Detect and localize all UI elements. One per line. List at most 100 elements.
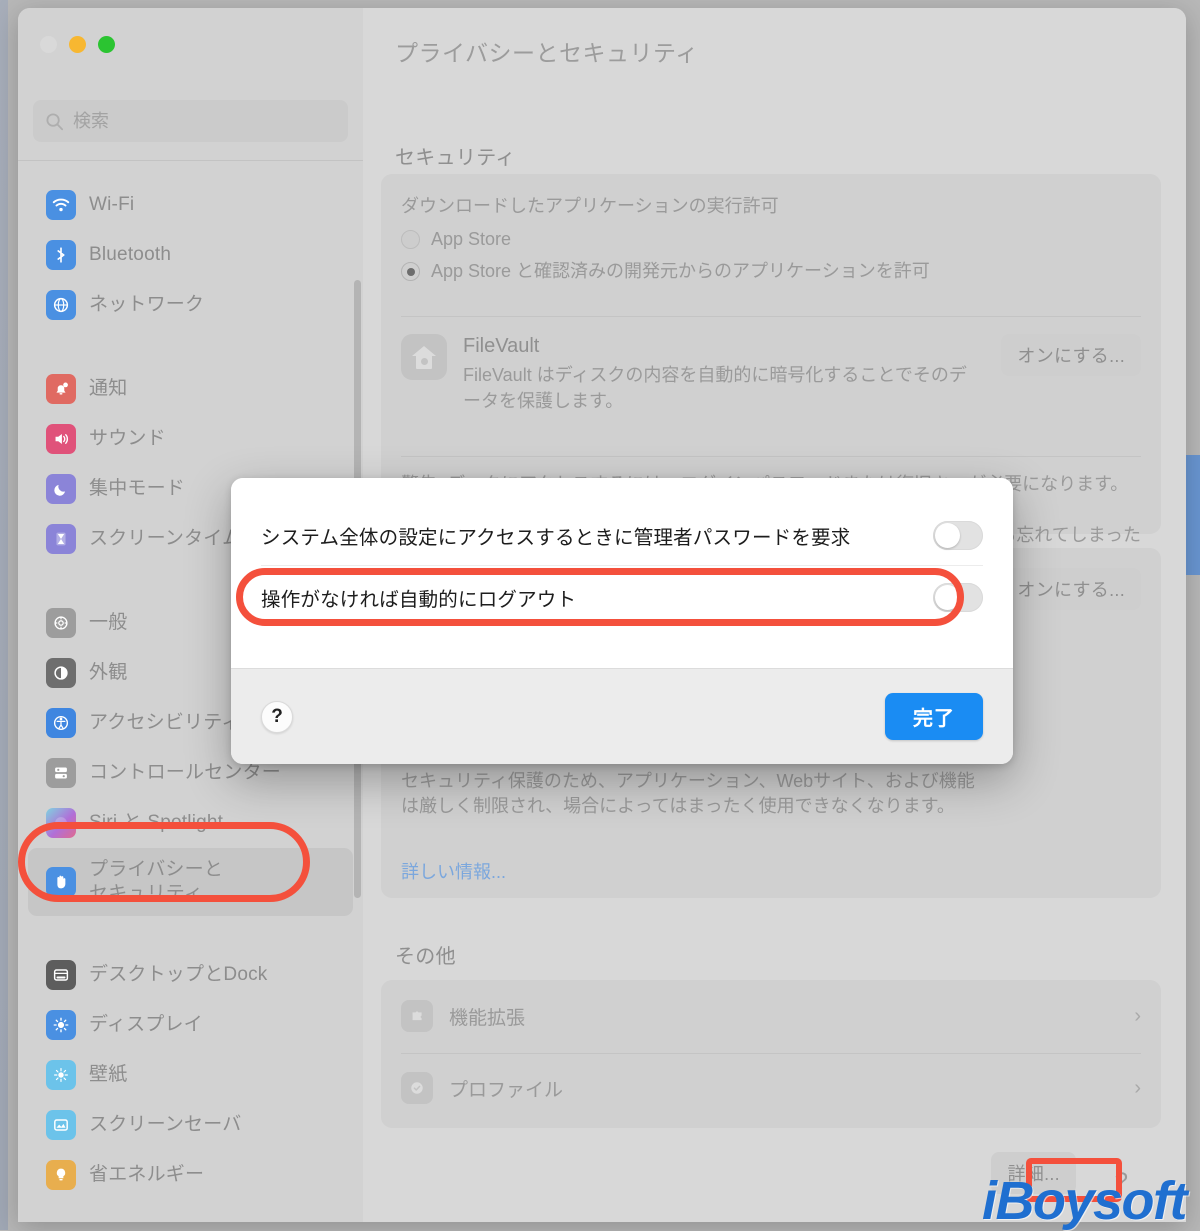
card-divider bbox=[401, 316, 1141, 317]
accessibility-icon bbox=[46, 708, 76, 738]
gatekeeper-label: ダウンロードしたアプリケーションの実行許可 bbox=[401, 194, 1141, 220]
hourglass-icon bbox=[46, 524, 76, 554]
sidebar-item-desktop-dock[interactable]: デスクトップとDock bbox=[28, 950, 353, 1000]
others-row-profiles[interactable]: プロファイル › bbox=[381, 1052, 1161, 1124]
sheet-toggle-list: システム全体の設定にアクセスするときに管理者パスワードを要求 操作がなければ自動… bbox=[231, 478, 1013, 668]
filevault-description: FileVault はディスクの内容を自動的に暗号化することでそのデータを保護し… bbox=[463, 363, 983, 414]
sidebar-item-label: 集中モード bbox=[89, 477, 185, 501]
wifi-icon bbox=[46, 190, 76, 220]
gatekeeper-row: ダウンロードしたアプリケーションの実行許可 App Store App Stor… bbox=[381, 174, 1161, 285]
toggle-knob bbox=[935, 585, 960, 610]
sidebar-item-label: サウンド bbox=[89, 427, 166, 451]
sidebar-item-energy-saver[interactable]: 省エネルギー bbox=[28, 1150, 353, 1200]
sidebar-item-label: Siri と Spotlight bbox=[89, 811, 223, 835]
lockdown-turn-on-button[interactable]: オンにする... bbox=[1001, 568, 1141, 610]
system-settings-window: Wi-Fi Bluetooth bbox=[18, 8, 1186, 1222]
gatekeeper-option-appstore-identified[interactable]: App Store と確認済みの開発元からのアプリケーションを許可 bbox=[401, 259, 1141, 285]
profile-badge-icon bbox=[401, 1072, 433, 1104]
desktop-dock-icon bbox=[46, 960, 76, 990]
auto-logout-toggle[interactable] bbox=[933, 583, 983, 612]
wallpaper-icon bbox=[46, 1060, 76, 1090]
sidebar-item-label: コントロールセンター bbox=[89, 761, 281, 785]
bluetooth-icon bbox=[46, 240, 76, 270]
others-divider bbox=[401, 1053, 1141, 1054]
appearance-icon bbox=[46, 658, 76, 688]
sidebar-item-label: Wi-Fi bbox=[89, 193, 134, 217]
sidebar-item-displays[interactable]: ディスプレイ bbox=[28, 1000, 353, 1050]
others-row-extensions[interactable]: 機能拡張 › bbox=[381, 980, 1161, 1052]
sidebar-item-sound[interactable]: サウンド bbox=[28, 414, 353, 464]
require-admin-password-toggle[interactable] bbox=[933, 521, 983, 550]
display-brightness-icon bbox=[46, 1010, 76, 1040]
filevault-turn-on-button[interactable]: オンにする... bbox=[1001, 334, 1141, 376]
sidebar-item-label: 外観 bbox=[89, 661, 127, 685]
iboysoft-watermark: iBoysoft bbox=[982, 1174, 1186, 1228]
sheet-done-button[interactable]: 完了 bbox=[885, 693, 983, 740]
network-globe-icon bbox=[46, 290, 76, 320]
chevron-right-icon: › bbox=[1134, 1077, 1141, 1100]
sidebar-item-label: 壁紙 bbox=[89, 1063, 127, 1087]
sheet-help-button[interactable]: ? bbox=[261, 701, 293, 733]
sidebar-item-notifications[interactable]: 通知 bbox=[28, 364, 353, 414]
sidebar-item-label: アクセシビリティ bbox=[89, 711, 241, 735]
window-traffic-lights bbox=[40, 36, 115, 53]
gatekeeper-option-appstore[interactable]: App Store bbox=[401, 227, 1141, 253]
sidebar-item-label: 通知 bbox=[89, 377, 127, 401]
sidebar-item-wallpaper[interactable]: 壁紙 bbox=[28, 1050, 353, 1100]
gatekeeper-option-label: App Store と確認済みの開発元からのアプリケーションを許可 bbox=[431, 259, 930, 285]
gatekeeper-option-label: App Store bbox=[431, 227, 511, 253]
sidebar-item-network[interactable]: ネットワーク bbox=[28, 280, 353, 330]
sidebar-divider bbox=[18, 160, 363, 161]
maximize-button[interactable] bbox=[98, 36, 115, 53]
sidebar-item-label: デスクトップとDock bbox=[89, 963, 268, 987]
sidebar-item-siri-spotlight[interactable]: Siri と Spotlight bbox=[28, 798, 353, 848]
sidebar-item-label: スクリーンセーバ bbox=[89, 1113, 241, 1137]
sidebar-item-label: Bluetooth bbox=[89, 243, 171, 267]
sidebar-item-label: ネットワーク bbox=[89, 293, 204, 317]
minimize-button[interactable] bbox=[69, 36, 86, 53]
bell-icon bbox=[46, 374, 76, 404]
sidebar-item-wifi[interactable]: Wi-Fi bbox=[28, 180, 353, 230]
sheet-row-label: システム全体の設定にアクセスするときに管理者パスワードを要求 bbox=[261, 521, 933, 550]
sheet-row-require-admin-password[interactable]: システム全体の設定にアクセスするときに管理者パスワードを要求 bbox=[261, 504, 983, 566]
security-section-heading: セキュリティ bbox=[395, 141, 516, 170]
radio-appstore-identified-icon[interactable] bbox=[401, 262, 420, 281]
sidebar-group-desktop: デスクトップとDock bbox=[18, 938, 363, 1200]
desktop-edge-left bbox=[0, 0, 8, 1230]
sidebar-item-privacy-security[interactable]: プライバシーと セキュリティ bbox=[28, 848, 353, 916]
speaker-icon bbox=[46, 424, 76, 454]
sidebar-item-bluetooth[interactable]: Bluetooth bbox=[28, 230, 353, 280]
search-field[interactable] bbox=[33, 100, 348, 142]
page-title: プライバシーとセキュリティ bbox=[395, 34, 699, 68]
sidebar-item-label: ディスプレイ bbox=[89, 1013, 203, 1037]
search-input[interactable] bbox=[73, 111, 336, 132]
watermark-text: iBoysoft bbox=[982, 1171, 1186, 1231]
hand-privacy-icon bbox=[46, 867, 76, 897]
control-center-icon bbox=[46, 758, 76, 788]
filevault-title: FileVault bbox=[463, 335, 985, 358]
lockdown-learn-more-link[interactable]: 詳しい情報... bbox=[401, 858, 506, 884]
others-section-heading: その他 bbox=[395, 940, 456, 969]
filevault-row: FileVault FileVault はディスクの内容を自動的に暗号化すること… bbox=[401, 334, 1141, 414]
search-icon bbox=[45, 112, 64, 131]
advanced-settings-sheet: システム全体の設定にアクセスするときに管理者パスワードを要求 操作がなければ自動… bbox=[231, 478, 1013, 764]
moon-icon bbox=[46, 474, 76, 504]
sidebar-item-label: 省エネルギー bbox=[89, 1163, 204, 1187]
sidebar-item-label: 一般 bbox=[89, 611, 127, 635]
sidebar-item-screensaver[interactable]: スクリーンセーバ bbox=[28, 1100, 353, 1150]
toggle-knob bbox=[935, 523, 960, 548]
card-divider-2 bbox=[401, 456, 1141, 457]
puzzle-extension-icon bbox=[401, 1000, 433, 1032]
sheet-row-auto-logout[interactable]: 操作がなければ自動的にログアウト bbox=[261, 566, 983, 628]
radio-appstore-icon[interactable] bbox=[401, 230, 420, 249]
close-button[interactable] bbox=[40, 36, 57, 53]
filevault-house-icon bbox=[401, 334, 447, 380]
sheet-footer: ? 完了 bbox=[231, 668, 1013, 764]
desktop-edge-right bbox=[1186, 455, 1200, 575]
sidebar-item-label: スクリーンタイム bbox=[89, 527, 241, 551]
sidebar-group-network: Wi-Fi Bluetooth bbox=[18, 168, 363, 330]
gear-icon bbox=[46, 608, 76, 638]
screensaver-icon bbox=[46, 1110, 76, 1140]
others-row-label: 機能拡張 bbox=[449, 1003, 1118, 1030]
sidebar-item-label: プライバシーと セキュリティ bbox=[89, 858, 223, 907]
